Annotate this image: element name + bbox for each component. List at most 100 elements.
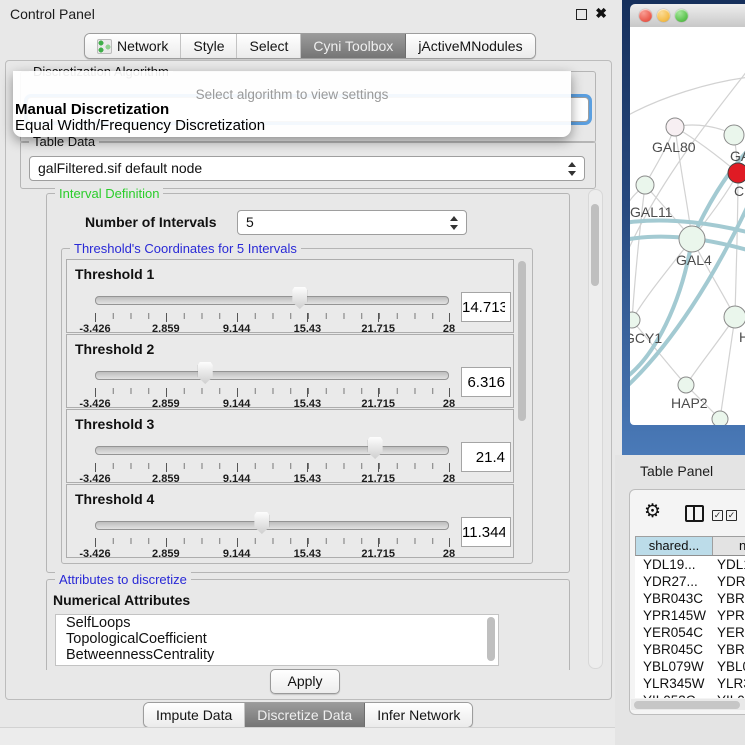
tab-label: Style — [193, 34, 224, 58]
scale-label: 2.859 — [152, 548, 180, 560]
maximize-traffic-light-icon[interactable] — [675, 9, 688, 22]
slider-handle[interactable] — [198, 362, 213, 384]
threshold-box: Threshold 3 -3.4262.8599.14415.4321.7152… — [66, 409, 514, 483]
node-label: GAL11 — [630, 204, 673, 220]
tab-infer-network[interactable]: Infer Network — [365, 703, 472, 727]
tab-impute-data[interactable]: Impute Data — [144, 703, 245, 727]
table-row[interactable]: YBR045CYBR0 — [635, 641, 745, 658]
scale-label: -3.426 — [79, 548, 110, 560]
table-row[interactable]: YPR145WYPR1 — [635, 607, 745, 624]
cell-name: YBL0 — [713, 658, 745, 675]
column-header-shared-name[interactable]: shared... — [636, 537, 713, 555]
float-window-icon[interactable] — [576, 9, 587, 20]
stepper-icon[interactable] — [450, 215, 459, 231]
slider-track[interactable] — [95, 446, 449, 455]
table-data-combobox[interactable]: galFiltered.sif default node — [29, 156, 585, 181]
control-panel-tabbar: Network Style SelectCyni ToolboxjActiveMNo… — [84, 33, 536, 59]
settings-scrollbar[interactable] — [588, 189, 603, 669]
network-node[interactable] — [630, 312, 640, 328]
list-scrollbar-thumb[interactable] — [487, 617, 495, 661]
numerical-attributes-list[interactable]: SelfLoopsTopologicalCoefficientBetweenne… — [55, 614, 499, 666]
network-node[interactable] — [724, 306, 745, 328]
scale-label: 15.43 — [294, 548, 322, 560]
checkbox-icon[interactable]: ✓ — [726, 510, 737, 521]
popup-item-equal-width[interactable]: Equal Width/Frequency Discretization — [13, 118, 571, 134]
network-node[interactable] — [712, 411, 728, 425]
stepper-icon[interactable] — [568, 161, 577, 177]
table-panel-box: ⚙ ✓ ✓ shared... n YDL19...YDL1YDR27...YD… — [629, 489, 745, 715]
attribute-item[interactable]: BetweennessCentrality — [56, 647, 498, 663]
apply-button[interactable]: Apply — [270, 669, 340, 694]
scale-label: 21.715 — [361, 548, 395, 560]
tab-discretize-data[interactable]: Discretize Data — [245, 703, 365, 727]
table-row[interactable]: YBR043CYBR0 — [635, 590, 745, 607]
cell-shared-name: YDL19... — [635, 556, 713, 573]
slider-track[interactable] — [95, 371, 449, 380]
popup-item-manual[interactable]: Manual Discretization — [13, 102, 571, 118]
threshold-value-input[interactable] — [461, 367, 511, 397]
network-node-selected[interactable] — [728, 163, 745, 183]
scrollbar-thumb[interactable] — [634, 701, 740, 709]
table-rows: YDL19...YDL1YDR27...YDR2YBR043CYBR0YPR14… — [635, 556, 745, 698]
num-intervals-label: Number of Intervals — [85, 214, 216, 230]
bottom-tabbar: Impute Data Discretize Data Infer Network — [143, 702, 473, 728]
major-tick — [378, 538, 379, 547]
threshold-slider[interactable]: -3.4262.8599.14415.4321.71528 — [95, 436, 449, 482]
close-icon[interactable]: ✖ — [595, 5, 607, 22]
scrollbar-thumb[interactable] — [591, 204, 599, 286]
network-node[interactable] — [724, 125, 744, 145]
close-traffic-light-icon[interactable] — [639, 9, 652, 22]
minimize-traffic-light-icon[interactable] — [657, 9, 670, 22]
threshold-slider[interactable]: -3.4262.8599.14415.4321.71528 — [95, 286, 449, 332]
network-node[interactable] — [636, 176, 654, 194]
table-row[interactable]: YDR27...YDR2 — [635, 573, 745, 590]
tab-network[interactable]: Network — [85, 34, 181, 58]
scrollbar-thumb[interactable] — [518, 261, 526, 421]
table-hscrollbar[interactable] — [631, 699, 745, 710]
table-row[interactable]: YBL079WYBL0 — [635, 658, 745, 675]
scale-label: 28 — [443, 548, 455, 560]
tab-select[interactable]: Select — [237, 34, 301, 58]
group-title: Attributes to discretize — [55, 572, 191, 587]
column-header-name[interactable]: n — [713, 537, 745, 555]
table-row[interactable]: YLR345WYLR3 — [635, 675, 745, 692]
slider-handle[interactable] — [254, 512, 269, 534]
threshold-value-input[interactable] — [461, 292, 511, 322]
tab-label: Discretize Data — [257, 703, 352, 727]
threshold-slider[interactable]: -3.4262.8599.14415.4321.71528 — [95, 361, 449, 407]
num-intervals-combobox[interactable]: 5 — [237, 210, 467, 235]
major-tick — [307, 313, 308, 322]
tab-style[interactable]: Style — [181, 34, 237, 58]
threshold-value-input[interactable] — [461, 442, 511, 472]
tab-jactivemnodules[interactable]: jActiveMNodules — [406, 34, 534, 58]
thresholds-scrollbar[interactable] — [516, 259, 529, 553]
network-node[interactable] — [678, 377, 694, 393]
attribute-item[interactable]: SelfLoops — [56, 615, 498, 631]
split-columns-icon[interactable] — [685, 505, 704, 522]
thresholds-group: Threshold's Coordinates for 5 Intervals … — [61, 248, 533, 564]
slider-handle[interactable] — [368, 437, 383, 459]
threshold-value-input[interactable] — [461, 517, 511, 547]
table-row[interactable]: YDL19...YDL1 — [635, 556, 745, 573]
slider-track[interactable] — [95, 296, 449, 305]
gear-icon[interactable]: ⚙ — [644, 502, 661, 521]
network-canvas[interactable]: GAL80 GA C GAL11 GAL4 GCY1 H HAP2 — [630, 27, 745, 425]
tab-cyni-toolbox[interactable]: Cyni Toolbox — [301, 34, 406, 58]
network-node[interactable] — [666, 118, 684, 136]
major-tick — [378, 463, 379, 472]
major-tick — [166, 388, 167, 397]
network-window-titlebar[interactable] — [630, 4, 745, 28]
threshold-slider[interactable]: -3.4262.8599.14415.4321.71528 — [95, 511, 449, 557]
table-row[interactable]: YER054CYER0 — [635, 624, 745, 641]
slider-track[interactable] — [95, 521, 449, 530]
cell-shared-name: YER054C — [635, 624, 713, 641]
slider-ticks — [95, 388, 450, 394]
table-row[interactable]: YIL053CYIL0 — [635, 692, 745, 698]
network-node[interactable] — [679, 226, 705, 252]
checkbox-icon[interactable]: ✓ — [712, 510, 723, 521]
slider-ticks — [95, 538, 450, 544]
attribute-item[interactable]: TopologicalCoefficient — [56, 631, 498, 647]
network-window-frame: GAL80 GA C GAL11 GAL4 GCY1 H HAP2 — [622, 0, 745, 455]
scale-label: 9.144 — [223, 548, 251, 560]
slider-handle[interactable] — [292, 287, 307, 309]
